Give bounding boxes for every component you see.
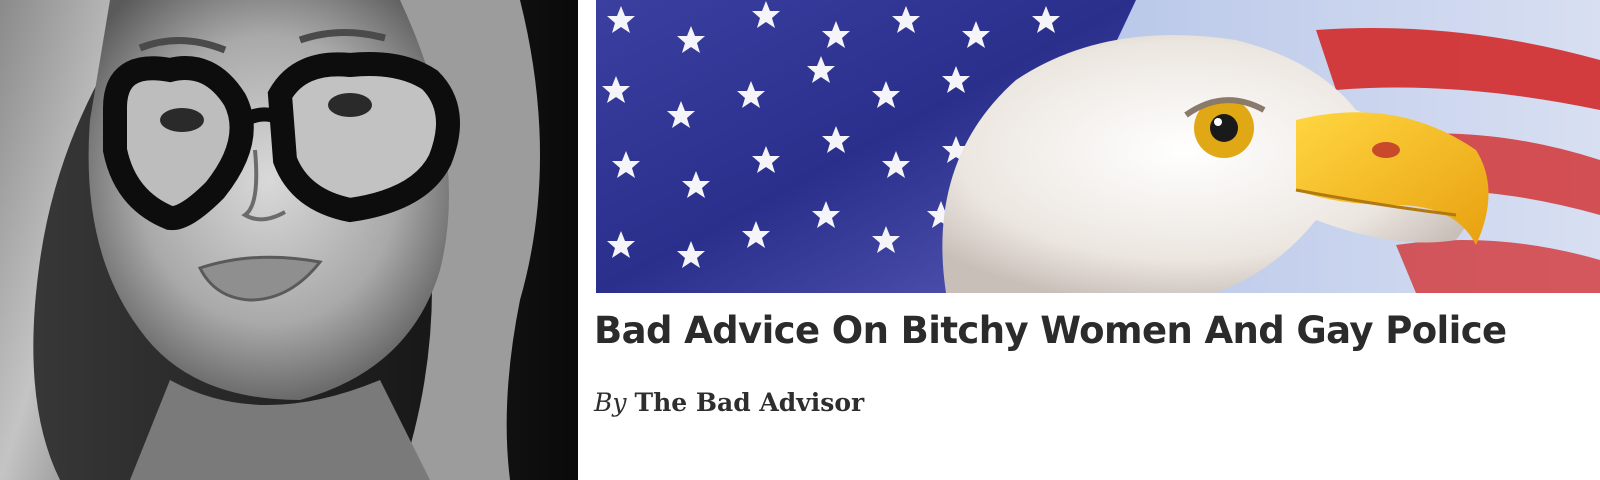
- american-flag-bald-eagle-photo: [596, 0, 1600, 293]
- hero-image: [596, 0, 1600, 293]
- byline-prefix: By: [594, 388, 627, 417]
- author-portrait: [0, 0, 578, 480]
- article-title[interactable]: Bad Advice On Bitchy Women And Gay Polic…: [594, 309, 1594, 353]
- article-byline: By The Bad Advisor: [594, 388, 864, 417]
- author-portrait-photo: [0, 0, 578, 480]
- author-name[interactable]: The Bad Advisor: [635, 388, 865, 417]
- article-panel: Bad Advice On Bitchy Women And Gay Polic…: [578, 0, 1600, 480]
